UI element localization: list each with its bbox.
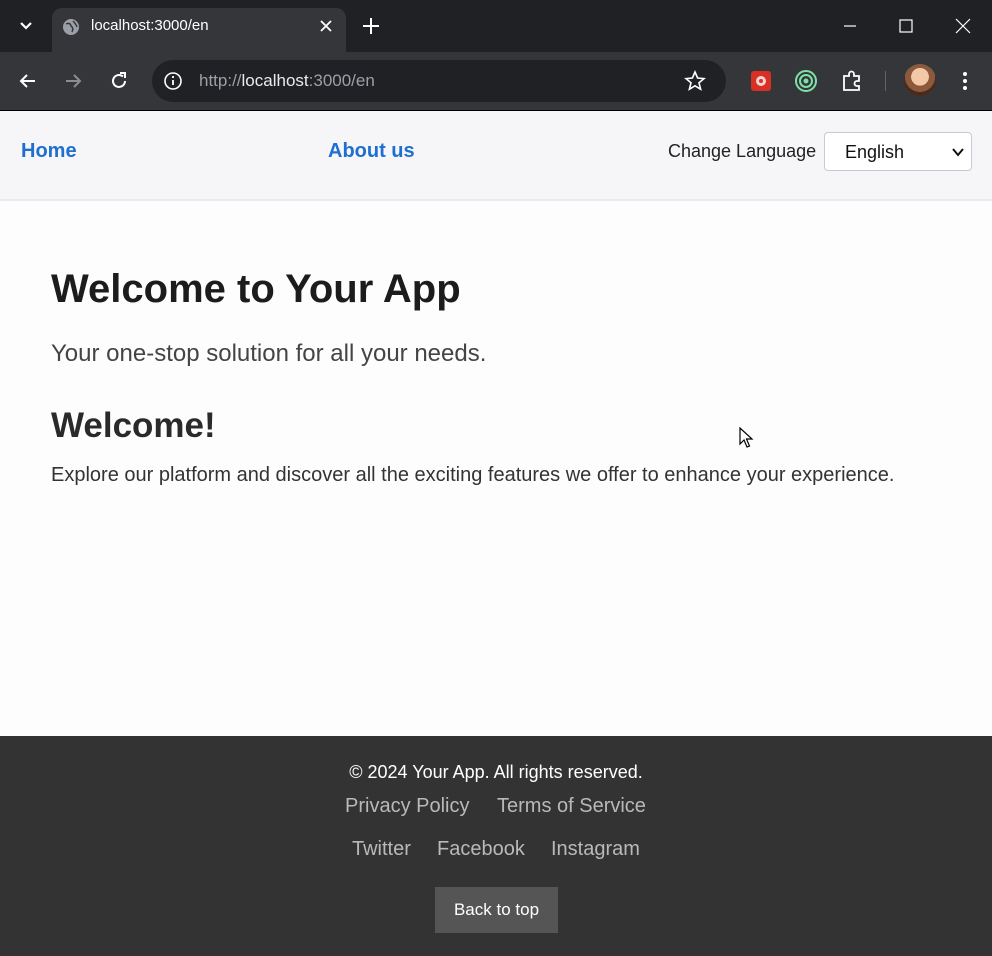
maximize-icon[interactable] — [894, 14, 918, 38]
welcome-heading: Welcome! — [51, 406, 216, 445]
page-title: Welcome to Your App — [51, 267, 461, 311]
nav-about-link[interactable]: About us — [328, 140, 415, 163]
more-menu-icon[interactable] — [954, 69, 976, 93]
browser-tab-bar: localhost:3000/en — [0, 0, 992, 52]
language-selected-value: English — [845, 142, 905, 162]
minimize-icon[interactable] — [838, 14, 862, 38]
facebook-link[interactable]: Facebook — [437, 838, 525, 861]
terms-of-service-link[interactable]: Terms of Service — [497, 795, 646, 818]
mouse-cursor-icon — [739, 426, 755, 449]
browser-toolbar: http://localhost:3000/en — [0, 52, 992, 111]
window-close-icon[interactable] — [951, 14, 975, 38]
address-url: http://localhost:3000/en — [199, 71, 375, 90]
extensions-puzzle-icon[interactable] — [839, 68, 865, 94]
chevron-down-icon — [951, 145, 965, 159]
reload-icon[interactable] — [107, 69, 131, 93]
tab-search-chevron-icon[interactable] — [12, 14, 40, 38]
language-label: Change Language — [668, 141, 817, 161]
back-to-top-button[interactable]: Back to top — [435, 887, 558, 933]
toolbar-divider — [885, 71, 886, 91]
tab-title: localhost:3000/en — [91, 17, 209, 34]
site-header: Home About us Change Language English — [0, 111, 992, 201]
instagram-link[interactable]: Instagram — [551, 838, 640, 861]
language-select[interactable]: English — [824, 132, 972, 171]
twitter-link[interactable]: Twitter — [352, 838, 411, 861]
tab-close-icon[interactable] — [316, 16, 336, 36]
nav-home-link[interactable]: Home — [21, 140, 77, 163]
site-footer: © 2024 Your App. All rights reserved. Pr… — [0, 736, 992, 956]
profile-avatar[interactable] — [904, 64, 936, 96]
back-arrow-icon[interactable] — [16, 69, 40, 93]
bookmark-star-icon[interactable] — [684, 69, 706, 92]
new-tab-plus-icon[interactable] — [360, 15, 382, 37]
main-content: Welcome to Your App Your one-stop soluti… — [0, 201, 992, 736]
address-bar[interactable]: http://localhost:3000/en — [152, 60, 726, 102]
forward-arrow-icon[interactable] — [61, 69, 85, 93]
page-subtitle: Your one-stop solution for all your need… — [51, 340, 487, 367]
extension-target-icon[interactable] — [793, 68, 819, 94]
browser-tab[interactable]: localhost:3000/en — [52, 8, 346, 52]
privacy-policy-link[interactable]: Privacy Policy — [345, 795, 469, 818]
site-info-icon[interactable] — [163, 71, 183, 91]
globe-icon — [62, 18, 80, 36]
copyright-text: © 2024 Your App. All rights reserved. — [349, 762, 643, 782]
extension-red-icon[interactable] — [748, 68, 774, 94]
welcome-text: Explore our platform and discover all th… — [51, 464, 895, 486]
